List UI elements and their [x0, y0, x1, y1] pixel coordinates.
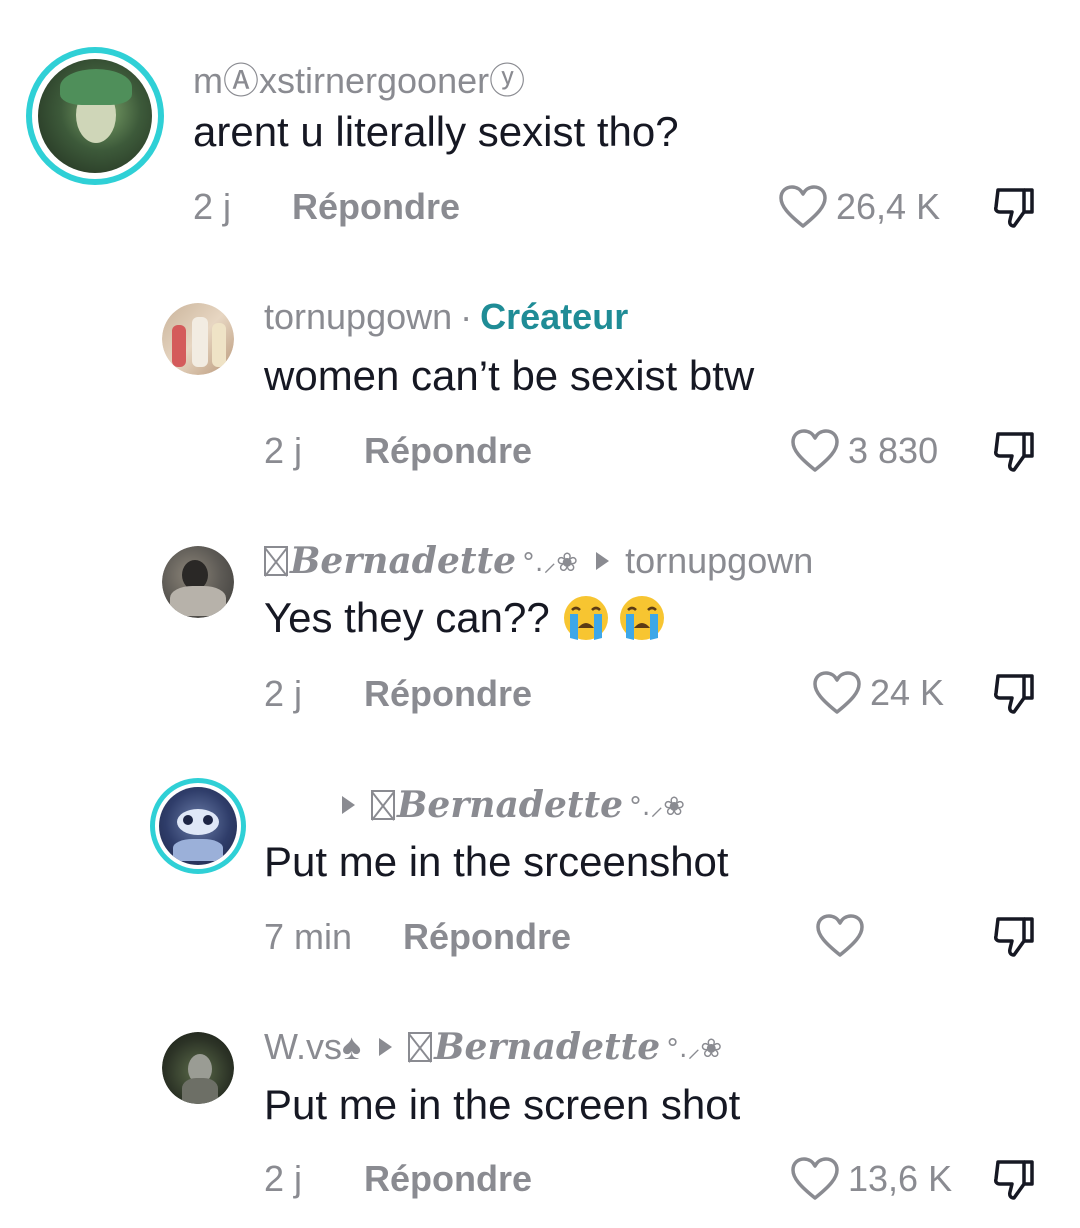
- like-count: 24 K: [870, 672, 945, 713]
- missing-glyph-icon: [264, 546, 288, 576]
- reply-button[interactable]: Répondre: [364, 430, 532, 472]
- crying-face-emoji: [619, 596, 664, 640]
- reply-button[interactable]: Répondre: [292, 186, 460, 228]
- reply-button[interactable]: Répondre: [364, 673, 532, 715]
- comment-username[interactable]: Bernadette °.⸝❀: [322, 784, 685, 826]
- heart-outline-icon: [813, 671, 861, 714]
- crying-face-emoji: [563, 596, 608, 640]
- missing-glyph-icon: [371, 790, 395, 820]
- like-button[interactable]: 24 K: [812, 670, 944, 716]
- comment-username[interactable]: W.vs♠ Bernadette °.⸝❀: [264, 1026, 722, 1068]
- comment-text: Put me in the screen shot: [264, 1081, 741, 1128]
- comment-time: 2 j: [264, 1158, 303, 1199]
- thumbs-down-icon[interactable]: [990, 184, 1038, 232]
- reply-arrow-icon: [596, 552, 610, 570]
- comment-time: 7 min: [264, 916, 353, 957]
- thumbs-down-icon[interactable]: [990, 428, 1038, 476]
- comment-text: Yes they can??: [264, 594, 666, 642]
- comment-text: arent u literally sexist tho?: [193, 108, 679, 155]
- avatar[interactable]: [162, 546, 234, 618]
- avatar[interactable]: [26, 47, 164, 185]
- reply-button[interactable]: Répondre: [403, 916, 571, 958]
- heart-outline-icon: [816, 914, 864, 957]
- missing-glyph-icon: [408, 1032, 433, 1062]
- like-button[interactable]: [815, 913, 873, 959]
- heart-outline-icon: [791, 1157, 839, 1200]
- avatar[interactable]: [162, 303, 234, 375]
- like-count: 26,4 K: [836, 186, 941, 227]
- avatar[interactable]: [162, 1032, 234, 1104]
- comment-time: 2 j: [193, 186, 232, 227]
- reply-button[interactable]: Répondre: [364, 1158, 532, 1200]
- comment-username[interactable]: mⒶxstirnergoonerⓨ: [193, 52, 525, 104]
- thumbs-down-icon[interactable]: [990, 1156, 1038, 1204]
- like-count: 13,6 K: [848, 1158, 953, 1199]
- avatar[interactable]: [150, 778, 246, 874]
- heart-outline-icon: [779, 185, 827, 228]
- reply-arrow-icon: [342, 796, 355, 814]
- comment-time: 2 j: [264, 430, 303, 471]
- comment-username[interactable]: tornupgown · Créateur: [264, 296, 628, 338]
- reply-to-username[interactable]: tornupgown: [625, 540, 813, 582]
- like-button[interactable]: 13,6 K: [790, 1156, 952, 1202]
- thumbs-down-icon[interactable]: [990, 670, 1038, 718]
- comment-text: Put me in the srceenshot: [264, 838, 729, 885]
- reply-arrow-icon: [379, 1038, 393, 1056]
- like-button[interactable]: 26,4 K: [778, 184, 940, 230]
- comment-text: women can’t be sexist btw: [264, 352, 755, 399]
- like-count: 3 830: [848, 430, 939, 471]
- comment-username[interactable]: Bernadette °.⸝❀ tornupgown: [264, 540, 813, 582]
- heart-outline-icon: [791, 429, 839, 472]
- creator-badge: Créateur: [480, 296, 629, 337]
- like-button[interactable]: 3 830: [790, 428, 938, 474]
- comment-time: 2 j: [264, 673, 303, 714]
- reply-to-username[interactable]: Bernadette: [434, 1026, 660, 1068]
- thumbs-down-icon[interactable]: [990, 913, 1038, 961]
- reply-to-username[interactable]: Bernadette: [397, 784, 623, 826]
